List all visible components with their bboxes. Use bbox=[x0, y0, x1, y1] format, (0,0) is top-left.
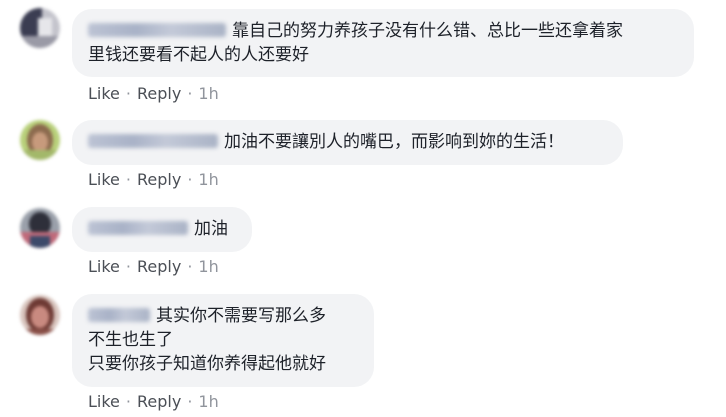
comment-bubble: 加油不要讓別人的嘴巴，而影响到妳的生活！ bbox=[72, 120, 623, 165]
reply-link[interactable]: Reply bbox=[137, 84, 181, 103]
avatar[interactable] bbox=[20, 120, 60, 160]
comment-actions: Like · Reply · 1h bbox=[88, 84, 219, 104]
timestamp[interactable]: 1h bbox=[198, 392, 218, 411]
reply-link[interactable]: Reply bbox=[137, 257, 181, 276]
comment-text-line: 不生也生了 bbox=[88, 330, 173, 350]
comment-actions: Like · Reply · 1h bbox=[88, 257, 219, 277]
timestamp[interactable]: 1h bbox=[198, 257, 218, 276]
avatar-image bbox=[20, 295, 60, 335]
separator: · bbox=[187, 257, 193, 276]
timestamp[interactable]: 1h bbox=[198, 84, 218, 103]
comment-actions: Like · Reply · 1h bbox=[88, 392, 219, 412]
avatar-image bbox=[20, 8, 60, 48]
comment-actions: Like · Reply · 1h bbox=[88, 170, 219, 190]
comment-bubble: 其实你不需要写那么多 不生也生了 只要你孩子知道你养得起他就好 bbox=[72, 294, 374, 387]
commenter-name[interactable] bbox=[88, 221, 188, 235]
commenter-name[interactable] bbox=[88, 23, 226, 37]
separator: · bbox=[125, 257, 131, 276]
comment-text-line: 其实你不需要写那么多 bbox=[156, 306, 326, 326]
comment-bubble: 加油 bbox=[72, 207, 252, 252]
separator: · bbox=[125, 84, 131, 103]
reply-link[interactable]: Reply bbox=[137, 392, 181, 411]
comment-text-line: 加油不要讓別人的嘴巴，而影响到妳的生活！ bbox=[224, 132, 564, 152]
reply-link[interactable]: Reply bbox=[137, 170, 181, 189]
separator: · bbox=[187, 392, 193, 411]
comment-text-line: 加油 bbox=[194, 219, 228, 239]
separator: · bbox=[125, 392, 131, 411]
comment-bubble: 靠自己的努力养孩子没有什么错、总比一些还拿着家 里钱还要看不起人的人还要好 bbox=[72, 9, 694, 77]
separator: · bbox=[125, 170, 131, 189]
avatar[interactable] bbox=[20, 208, 60, 248]
like-link[interactable]: Like bbox=[88, 170, 120, 189]
avatar-image bbox=[20, 208, 60, 248]
separator: · bbox=[187, 170, 193, 189]
like-link[interactable]: Like bbox=[88, 392, 120, 411]
commenter-name[interactable] bbox=[88, 134, 218, 148]
comment-text-line: 靠自己的努力养孩子没有什么错、总比一些还拿着家 bbox=[232, 21, 623, 41]
avatar[interactable] bbox=[20, 295, 60, 335]
like-link[interactable]: Like bbox=[88, 257, 120, 276]
like-link[interactable]: Like bbox=[88, 84, 120, 103]
timestamp[interactable]: 1h bbox=[198, 170, 218, 189]
avatar-image bbox=[20, 120, 60, 160]
separator: · bbox=[187, 84, 193, 103]
comment-text-line: 只要你孩子知道你养得起他就好 bbox=[88, 354, 326, 374]
comment-text-line: 里钱还要看不起人的人还要好 bbox=[88, 45, 309, 65]
avatar[interactable] bbox=[20, 8, 60, 48]
commenter-name[interactable] bbox=[88, 308, 150, 322]
